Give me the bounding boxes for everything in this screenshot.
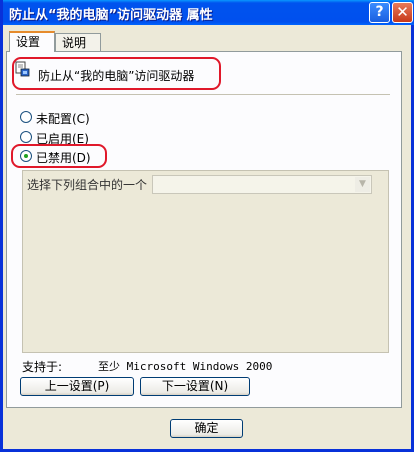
radio-label: 未配置(C) <box>36 112 90 126</box>
next-setting-button[interactable]: 下一设置(N) <box>140 377 250 396</box>
radio-label: 已禁用(D) <box>36 151 91 165</box>
tab-settings[interactable]: 设置 <box>9 31 55 52</box>
supported-on-label: 支持于: <box>22 360 63 374</box>
help-button[interactable]: ? <box>369 2 390 23</box>
combo-label: 选择下列组合中的一个 <box>27 178 148 192</box>
radio-button-circle[interactable] <box>20 131 32 143</box>
chevron-down-icon[interactable]: ▼ <box>355 177 370 192</box>
selected-dot <box>24 154 28 158</box>
previous-setting-button[interactable]: 上一设置(P) <box>20 377 134 396</box>
supported-on-value: 至少 Microsoft Windows 2000 <box>98 360 273 373</box>
policy-setting-icon <box>15 61 30 77</box>
ok-button[interactable]: 确定 <box>170 419 243 438</box>
radio-label: 已启用(E) <box>36 132 89 146</box>
option-combobox[interactable]: ▼ <box>152 175 372 194</box>
radio-button-circle[interactable] <box>20 111 32 123</box>
policy-title: 防止从“我的电脑”访问驱动器 <box>38 69 195 83</box>
close-button[interactable]: ✕ <box>392 2 413 23</box>
radio-button-circle-selected[interactable] <box>20 150 32 162</box>
separator <box>16 94 390 95</box>
title-bar[interactable]: 防止从“我的电脑”访问驱动器 属性 ? ✕ <box>3 0 414 25</box>
options-group <box>22 170 389 353</box>
window-title: 防止从“我的电脑”访问驱动器 属性 <box>9 8 213 23</box>
tab-explain[interactable]: 说明 <box>55 33 101 51</box>
